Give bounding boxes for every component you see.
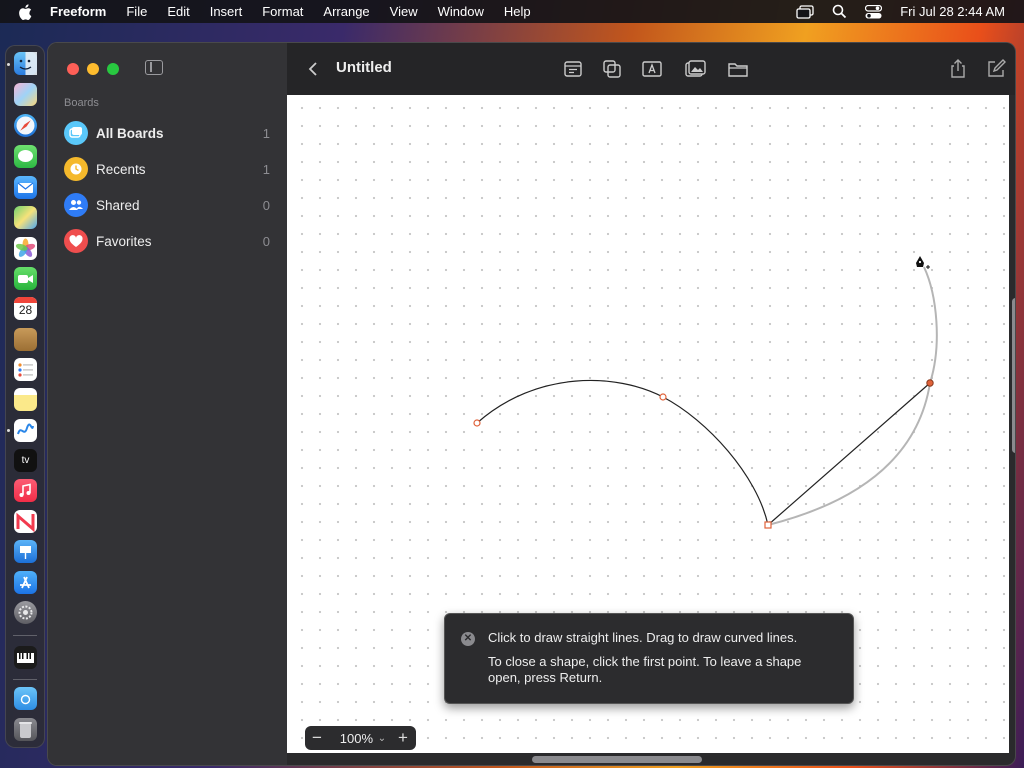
app-store-icon[interactable] (14, 571, 37, 594)
sidebar-item-count: 1 (262, 125, 270, 141)
heart-icon (64, 229, 88, 253)
board-toolbar: Untitled (287, 43, 1015, 95)
menu-app-name[interactable]: Freeform (50, 4, 106, 19)
horizontal-scrollbar[interactable] (532, 756, 702, 763)
menu-view[interactable]: View (390, 4, 418, 19)
menu-window[interactable]: Window (438, 4, 484, 19)
dock-divider (13, 679, 37, 680)
zoom-window-button[interactable] (107, 63, 119, 75)
people-icon (64, 193, 88, 217)
dock-divider (13, 635, 37, 636)
sidebar-item-favorites[interactable]: Favorites 0 (64, 226, 270, 256)
close-window-button[interactable] (67, 63, 79, 75)
calendar-day: 28 (18, 303, 33, 317)
curve-segment[interactable] (476, 379, 664, 424)
share-icon[interactable] (947, 58, 969, 80)
sidebar-item-label: Shared (96, 197, 140, 213)
tv-label: tv (21, 455, 30, 466)
menu-file[interactable]: File (126, 4, 147, 19)
keynote-icon[interactable] (14, 540, 37, 563)
pen-tool-cursor-icon (916, 256, 930, 269)
straight-segment[interactable] (767, 382, 931, 526)
reminders-icon[interactable] (14, 358, 37, 381)
screen-mirroring-icon[interactable] (796, 4, 814, 19)
menu-bar: Freeform File Edit Insert Format Arrange… (0, 0, 1024, 23)
hint-line-2: To close a shape, click the first point.… (488, 654, 802, 685)
anchor-point[interactable] (473, 419, 481, 427)
launchpad-icon[interactable] (14, 83, 37, 106)
safari-icon[interactable] (14, 114, 37, 137)
minimize-window-button[interactable] (87, 63, 99, 75)
menu-edit[interactable]: Edit (167, 4, 189, 19)
sidebar: Boards All Boards 1 Recents 1 Shared 0 F… (48, 43, 287, 765)
zoom-level[interactable]: 100% (329, 731, 373, 746)
sidebar-item-recents[interactable]: Recents 1 (64, 154, 270, 184)
downloads-folder-icon[interactable] (14, 687, 37, 710)
dock: 28 tv (5, 45, 45, 748)
sidebar-toggle-icon[interactable] (145, 60, 163, 75)
back-chevron-icon[interactable] (303, 58, 325, 80)
anchor-point[interactable] (659, 393, 667, 401)
facetime-icon[interactable] (14, 267, 37, 290)
media-icon[interactable] (684, 58, 706, 80)
menu-clock[interactable]: Fri Jul 28 2:44 AM (900, 4, 1005, 19)
compose-icon[interactable] (985, 58, 1007, 80)
hint-line-1: Click to draw straight lines. Drag to dr… (488, 630, 798, 645)
vertical-scrollbar[interactable] (1012, 298, 1015, 453)
mail-icon[interactable] (14, 176, 37, 199)
freeform-icon[interactable] (14, 419, 37, 442)
menu-arrange[interactable]: Arrange (323, 4, 369, 19)
system-settings-icon[interactable] (14, 601, 37, 624)
notes-brown-icon[interactable] (14, 328, 37, 351)
zoom-out-button[interactable]: − (305, 728, 329, 748)
anchor-point-active[interactable] (926, 379, 934, 387)
drawing-hint-popover: ✕ Click to draw straight lines. Drag to … (444, 613, 854, 704)
spotlight-search-icon[interactable] (832, 4, 847, 19)
messages-icon[interactable] (14, 145, 37, 168)
curve-preview (923, 266, 938, 384)
piano-app-icon[interactable] (14, 646, 37, 669)
sidebar-item-count: 1 (262, 161, 270, 177)
curve-segment[interactable] (662, 396, 769, 526)
text-box-icon[interactable] (641, 58, 663, 80)
maps-icon[interactable] (14, 206, 37, 229)
anchor-point[interactable] (764, 521, 772, 529)
sidebar-item-count: 0 (262, 233, 270, 249)
apple-tv-icon[interactable]: tv (14, 449, 37, 472)
zoom-in-button[interactable]: + (391, 728, 415, 748)
apple-menu-icon[interactable] (18, 3, 32, 20)
sticky-note-icon[interactable] (562, 58, 584, 80)
calendar-icon[interactable]: 28 (14, 297, 37, 320)
menu-help[interactable]: Help (504, 4, 531, 19)
zoom-control: − 100% ⌄ + (305, 726, 416, 750)
sidebar-section-title: Boards (64, 97, 99, 109)
board-title[interactable]: Untitled (336, 59, 392, 76)
zoom-dropdown-chevron-icon[interactable]: ⌄ (373, 733, 391, 744)
sidebar-item-label: All Boards (96, 125, 164, 141)
folder-icon[interactable] (727, 58, 749, 80)
finder-icon[interactable] (14, 52, 37, 75)
sidebar-item-all-boards[interactable]: All Boards 1 (64, 118, 270, 148)
sidebar-item-label: Favorites (96, 233, 152, 249)
sidebar-item-count: 0 (262, 197, 270, 213)
music-icon[interactable] (14, 479, 37, 502)
running-indicator (7, 429, 10, 432)
sidebar-item-shared[interactable]: Shared 0 (64, 190, 270, 220)
running-indicator (7, 63, 10, 66)
menu-format[interactable]: Format (262, 4, 303, 19)
clock-icon (64, 157, 88, 181)
all-boards-icon (64, 121, 88, 145)
close-hint-icon[interactable]: ✕ (461, 632, 475, 646)
freeform-window: Boards All Boards 1 Recents 1 Shared 0 F… (47, 42, 1016, 766)
control-center-icon[interactable] (865, 4, 883, 19)
photos-icon[interactable] (14, 237, 37, 260)
notes-icon[interactable] (14, 388, 37, 411)
trash-icon[interactable] (14, 718, 37, 741)
news-icon[interactable] (14, 510, 37, 533)
menu-insert[interactable]: Insert (210, 4, 243, 19)
shapes-icon[interactable] (601, 58, 623, 80)
sidebar-item-label: Recents (96, 161, 146, 177)
